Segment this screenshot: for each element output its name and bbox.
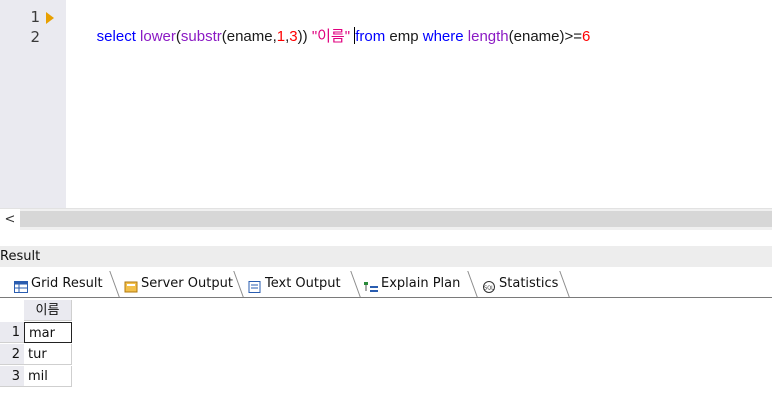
tab-divider: [109, 271, 120, 297]
sql-code-line[interactable]: select lower(substr(ename,1,3)) "이름" fro…: [80, 8, 590, 63]
explain-plan-icon: [364, 278, 378, 292]
line-number-1: 1: [30, 8, 40, 26]
code-token: from: [355, 28, 386, 45]
tab-divider: [467, 271, 478, 297]
tab-label: Text Output: [265, 276, 341, 291]
tab-label: Explain Plan: [381, 276, 461, 291]
tab-statistics[interactable]: SQL Statistics: [478, 272, 558, 296]
result-tab-bar: Grid Result Server Output Text Output Ex…: [0, 267, 772, 298]
horizontal-scrollbar[interactable]: <: [0, 208, 772, 230]
result-panel-title: Result: [0, 246, 772, 267]
code-token: 3: [289, 28, 298, 45]
line-number-2: 2: [30, 28, 40, 46]
code-token: "이름": [311, 28, 355, 45]
line-number-gutter: 1 2: [0, 0, 66, 208]
statistics-icon: SQL: [482, 278, 496, 293]
grid-cell[interactable]: tur: [24, 344, 72, 365]
grid-icon: [14, 278, 28, 293]
current-line-arrow-icon: [46, 12, 54, 24]
code-token: (ename,: [221, 28, 277, 45]
row-number[interactable]: 1: [0, 322, 24, 343]
row-number[interactable]: 3: [0, 366, 24, 387]
code-token: select: [96, 28, 141, 45]
tab-label: Grid Result: [31, 276, 103, 291]
svg-text:SQL: SQL: [484, 286, 494, 292]
grid-corner: [0, 300, 24, 321]
tab-divider: [559, 271, 570, 297]
tab-server-output[interactable]: Server Output: [120, 272, 233, 296]
code-token: 1: [276, 28, 286, 45]
code-token: 6: [582, 28, 591, 45]
sql-editor[interactable]: 1 2 select lower(substr(ename,1,3)) "이름"…: [0, 0, 772, 208]
grid-cell[interactable]: mar: [24, 322, 72, 343]
tab-label: Statistics: [499, 276, 559, 291]
row-number[interactable]: 2: [0, 344, 24, 365]
code-token: lower: [140, 28, 176, 45]
tab-grid-result[interactable]: Grid Result: [10, 272, 103, 296]
server-output-icon: [124, 278, 138, 293]
code-token: where: [422, 28, 468, 45]
tab-explain-plan[interactable]: Explain Plan: [360, 272, 460, 296]
code-token: substr: [180, 28, 222, 45]
tab-label: Server Output: [141, 276, 233, 291]
grid-cell[interactable]: mil: [24, 366, 72, 387]
scroll-left-button[interactable]: <: [0, 209, 20, 230]
tab-text-output[interactable]: Text Output: [244, 272, 341, 296]
code-token: )): [297, 28, 312, 45]
column-header[interactable]: 이름: [24, 300, 72, 321]
tab-divider: [233, 271, 244, 297]
scrollbar-track[interactable]: [20, 211, 772, 227]
code-token: length: [467, 28, 509, 45]
text-output-icon: [248, 278, 262, 293]
code-token: (ename)>=: [508, 28, 583, 45]
code-token: emp: [385, 28, 423, 45]
